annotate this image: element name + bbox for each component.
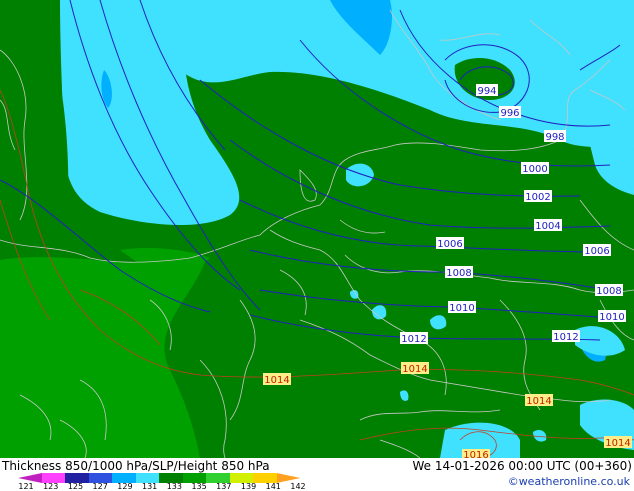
isobar-label-1006-b: 1006 xyxy=(583,244,611,257)
isobar-label-994: 994 xyxy=(476,84,498,97)
isobar-label-1002: 1002 xyxy=(524,190,552,203)
map-canvas: 994 996 998 1000 1002 1004 1006 1006 100… xyxy=(0,0,634,458)
isobar-label-1010-a: 1010 xyxy=(448,301,476,314)
weather-map: 994 996 998 1000 1002 1004 1006 1006 100… xyxy=(0,0,634,458)
isobar-label-1012-b: 1012 xyxy=(552,330,580,343)
credit-link[interactable]: ©weatheronline.co.uk xyxy=(508,475,630,488)
isobar-label-1014-c: 1014 xyxy=(525,394,553,407)
svg-text:1010: 1010 xyxy=(599,312,624,323)
svg-text:998: 998 xyxy=(545,132,564,143)
valid-time: We 14-01-2026 00:00 UTC (00+360) xyxy=(412,459,632,473)
isobar-label-1014-b: 1014 xyxy=(401,362,429,375)
isobar-label-1004: 1004 xyxy=(534,219,562,232)
map-title: Thickness 850/1000 hPa/SLP/Height 850 hP… xyxy=(2,459,270,473)
svg-text:1006: 1006 xyxy=(584,246,609,257)
isobar-label-1008-a: 1008 xyxy=(445,266,473,279)
isobar-label-1014-a: 1014 xyxy=(263,373,291,386)
svg-text:1002: 1002 xyxy=(525,192,550,203)
isobar-label-1006-a: 1006 xyxy=(436,237,464,250)
svg-text:1008: 1008 xyxy=(446,268,471,279)
svg-text:1000: 1000 xyxy=(522,164,547,175)
svg-text:1014: 1014 xyxy=(605,438,630,449)
isobar-label-1010-b: 1010 xyxy=(598,310,626,323)
svg-text:1012: 1012 xyxy=(553,332,578,343)
isobar-label-1008-b: 1008 xyxy=(595,284,623,297)
svg-text:1010: 1010 xyxy=(449,303,474,314)
isobar-label-1014-d: 1014 xyxy=(604,436,632,449)
svg-text:1006: 1006 xyxy=(437,239,462,250)
isobar-label-998: 998 xyxy=(544,130,566,143)
map-footer: Thickness 850/1000 hPa/SLP/Height 850 hP… xyxy=(0,458,634,491)
svg-text:1016: 1016 xyxy=(463,450,488,458)
svg-text:1014: 1014 xyxy=(402,364,427,375)
svg-text:994: 994 xyxy=(477,86,496,97)
isobar-label-1016: 1016 xyxy=(462,449,490,458)
svg-text:1014: 1014 xyxy=(526,396,551,407)
isobar-label-996: 996 xyxy=(499,106,521,119)
colorbar xyxy=(18,473,301,483)
svg-text:1014: 1014 xyxy=(264,375,289,386)
isobar-label-1012-a: 1012 xyxy=(400,332,428,345)
svg-text:996: 996 xyxy=(500,108,519,119)
svg-text:1004: 1004 xyxy=(535,221,560,232)
isobar-label-1000: 1000 xyxy=(521,162,549,175)
svg-text:1008: 1008 xyxy=(596,286,621,297)
svg-text:1012: 1012 xyxy=(401,334,426,345)
